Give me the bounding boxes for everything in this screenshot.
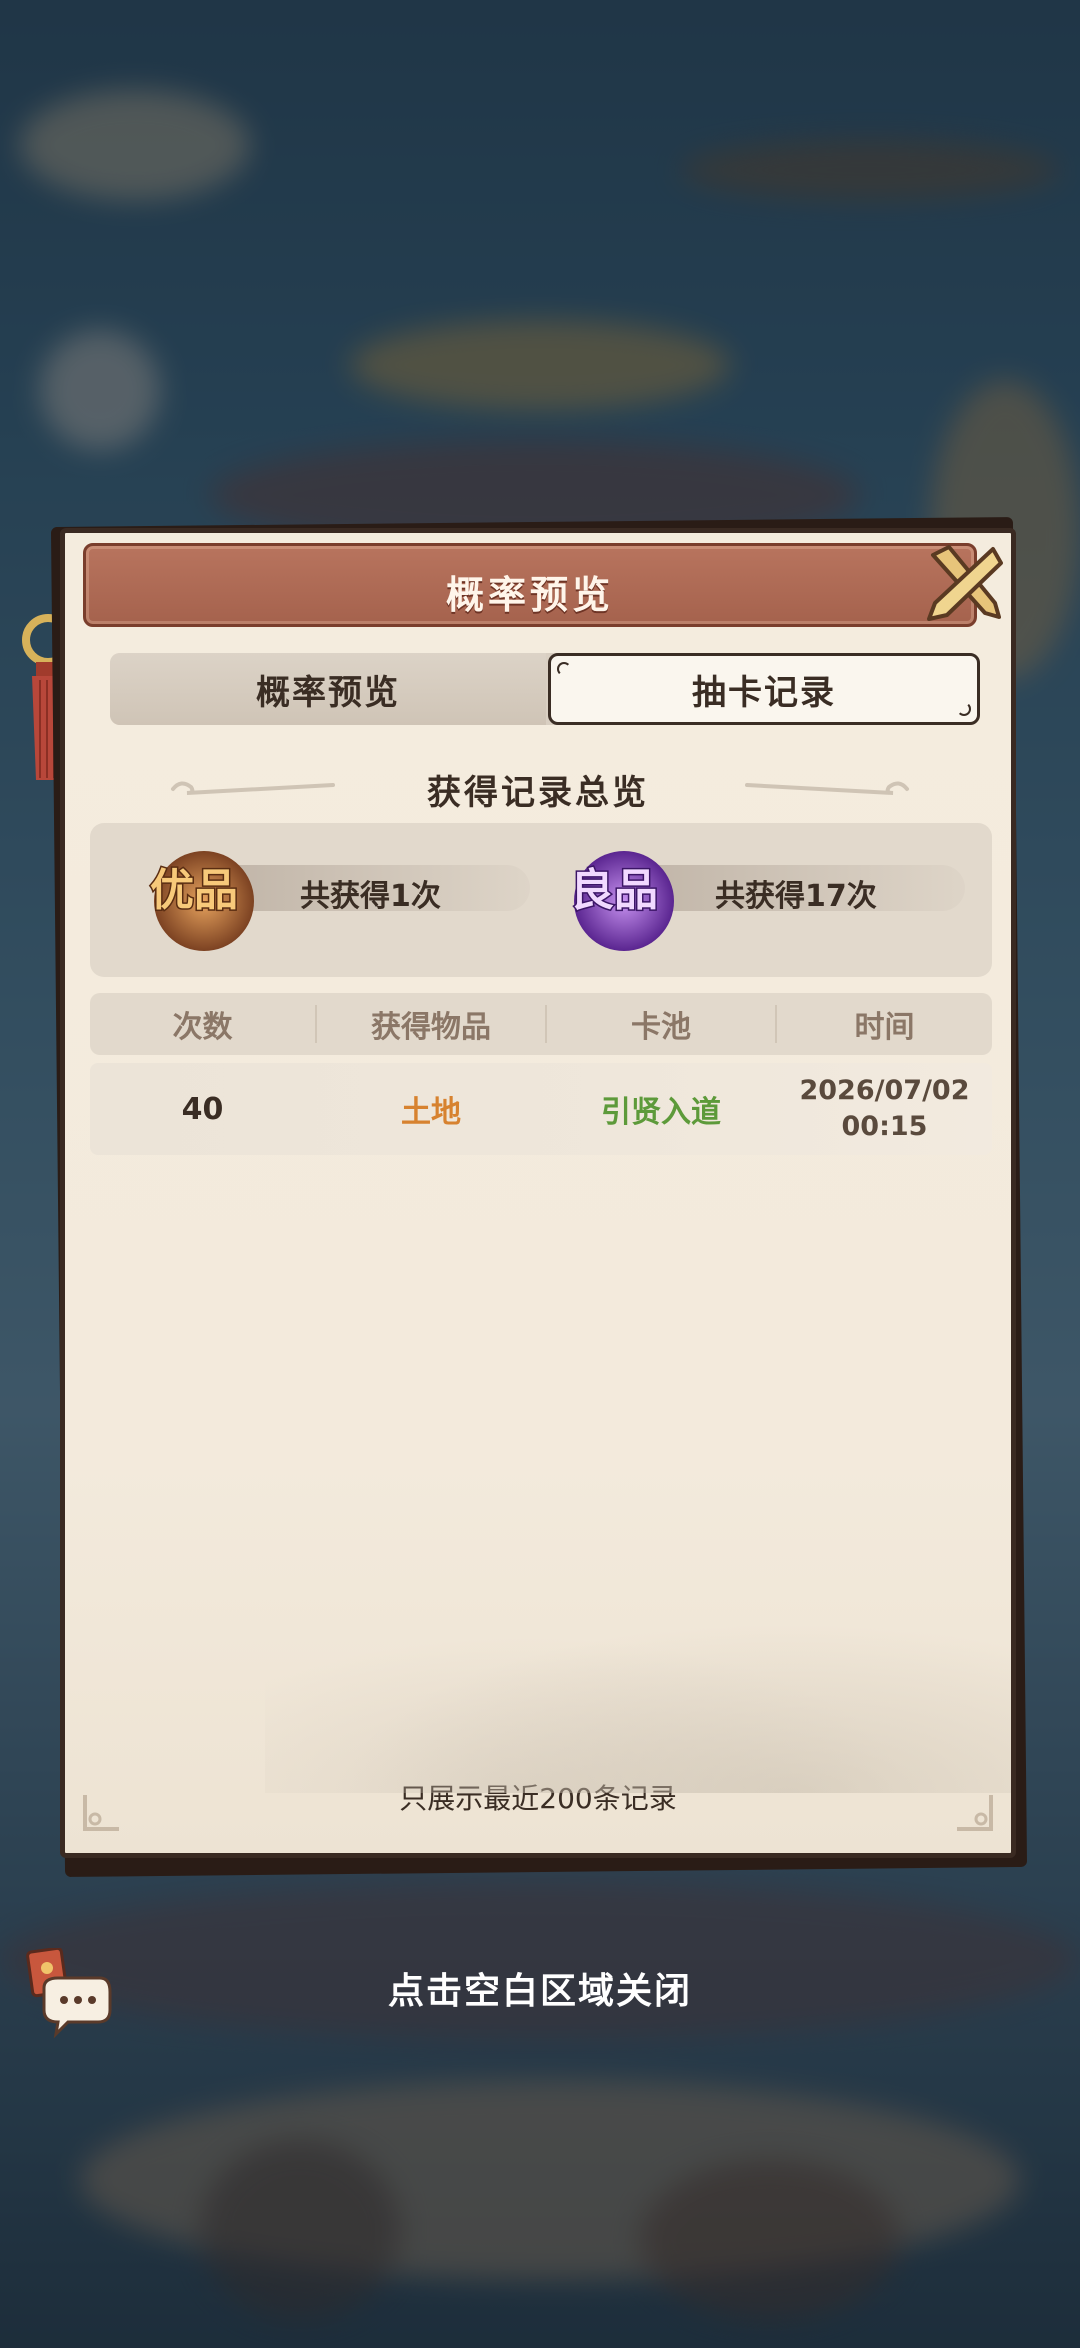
table-row: 40 土地 引贤入道 2026/07/02 00:15 bbox=[90, 1063, 992, 1155]
time-date: 2026/07/02 bbox=[799, 1075, 970, 1106]
tab-label: 概率预览 bbox=[256, 672, 400, 713]
badge-glyph: 优品 bbox=[150, 865, 238, 916]
summary-box: 优品 共获得1次 良品 共获得17次 bbox=[90, 823, 992, 977]
cell-item: 土地 bbox=[401, 1095, 461, 1130]
close-icon[interactable] bbox=[915, 533, 1011, 629]
tab-draw-record[interactable]: 抽卡记录 bbox=[548, 653, 980, 725]
excellent-grade-badge: 优品 bbox=[149, 851, 254, 951]
draw-record-dialog: 概率预览 概率预览 抽卡记录 获得记录总览 优品 共获得1次 良品 共获得17次… bbox=[60, 528, 1016, 1858]
cell-count: 40 bbox=[181, 1091, 224, 1127]
tab-label: 抽卡记录 bbox=[692, 672, 836, 713]
column-header-time: 时间 bbox=[854, 1010, 915, 1045]
excellent-count: 共获得1次 bbox=[300, 879, 441, 914]
column-header-count: 次数 bbox=[172, 1010, 233, 1045]
tab-bar: 概率预览 抽卡记录 bbox=[110, 653, 980, 725]
time-clock: 00:15 bbox=[841, 1111, 928, 1142]
tab-probability-preview[interactable]: 概率预览 bbox=[110, 653, 546, 725]
column-header-pool: 卡池 bbox=[631, 1010, 691, 1045]
dialog-title: 概率预览 bbox=[445, 573, 614, 617]
dialog-title-bar: 概率预览 bbox=[83, 543, 977, 627]
column-header-item: 获得物品 bbox=[371, 1010, 491, 1045]
good-count: 共获得17次 bbox=[715, 879, 877, 914]
tap-to-close-hint: 点击空白区域关闭 bbox=[387, 1971, 692, 2012]
record-table-header: 次数 获得物品 卡池 时间 bbox=[90, 993, 992, 1055]
record-limit-note: 只展示最近200条记录 bbox=[399, 1782, 677, 1815]
cell-time: 2026/07/02 00:15 bbox=[777, 1063, 992, 1155]
cell-pool: 引贤入道 bbox=[601, 1095, 721, 1130]
cloud-ornament-right bbox=[745, 781, 909, 795]
good-grade-badge: 良品 bbox=[569, 851, 674, 951]
badge-glyph: 良品 bbox=[570, 865, 658, 916]
